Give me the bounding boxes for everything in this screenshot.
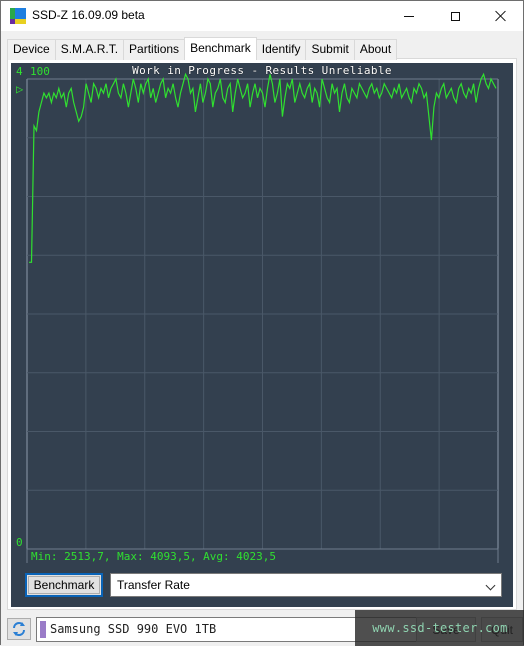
maximize-button[interactable]: [432, 1, 478, 31]
benchmark-mode-value: Transfer Rate: [117, 578, 190, 592]
drive-name: Samsung SSD 990 EVO 1TB: [50, 622, 217, 636]
benchmark-mode-select[interactable]: Transfer Rate: [110, 573, 502, 597]
chart-canvas: [26, 72, 499, 563]
tab-bar: Device S.M.A.R.T. Partitions Benchmark I…: [7, 37, 398, 60]
refresh-icon: [13, 622, 25, 636]
play-marker-icon: ▷: [16, 82, 24, 96]
close-icon: [495, 10, 507, 22]
drive-color-swatch: [40, 621, 46, 638]
app-window: SSD-Z 16.09.09 beta Device S.M.A.R.T. Pa…: [0, 0, 524, 646]
watermark: www.ssd-tester.com: [355, 610, 524, 646]
benchmark-run-button[interactable]: Benchmark: [25, 573, 103, 597]
tab-benchmark[interactable]: Benchmark: [184, 37, 257, 60]
tab-submit[interactable]: Submit: [305, 39, 355, 60]
window-title: SSD-Z 16.09.09 beta: [32, 8, 145, 22]
chart-title: Work in Progress - Results Unreliable: [132, 64, 392, 77]
tab-smart[interactable]: S.M.A.R.T.: [54, 39, 125, 60]
benchmark-chart: 4 100 ▷ 0 Work in Progress - Results Unr…: [11, 63, 513, 563]
title-bar[interactable]: SSD-Z 16.09.09 beta: [1, 1, 523, 31]
maximize-icon: [450, 11, 460, 21]
tab-partitions[interactable]: Partitions: [123, 39, 186, 60]
chevron-down-icon: [485, 580, 496, 591]
benchmark-panel: 4 100 ▷ 0 Work in Progress - Results Unr…: [11, 63, 513, 607]
close-button[interactable]: [478, 1, 524, 31]
chart-grid: [26, 78, 499, 563]
minimize-button[interactable]: [386, 1, 432, 31]
benchmark-stats: Min: 2513,7, Max: 4093,5, Avg: 4023,5: [31, 550, 277, 563]
tab-about[interactable]: About: [353, 39, 398, 60]
app-icon: [10, 8, 26, 24]
tab-identify[interactable]: Identify: [255, 39, 307, 60]
minimize-icon: [404, 15, 414, 17]
y-tick-bottom: 0: [16, 536, 23, 549]
refresh-button[interactable]: [7, 618, 31, 640]
tab-device[interactable]: Device: [7, 39, 56, 60]
